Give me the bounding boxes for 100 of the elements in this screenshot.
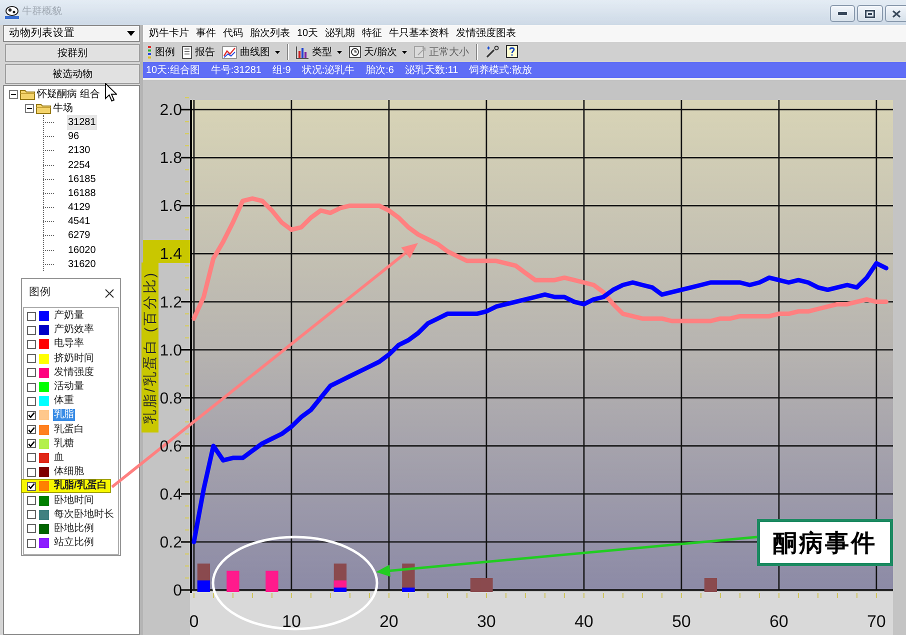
legend-item[interactable]: 血 (24, 450, 67, 466)
checkbox[interactable] (27, 326, 36, 335)
checkbox[interactable] (27, 439, 36, 448)
legend-item[interactable]: 活动量 (24, 380, 87, 394)
checkbox[interactable] (27, 396, 36, 406)
tree-item[interactable]: 31620 (67, 256, 97, 272)
checkbox[interactable] (27, 538, 36, 548)
x-tick-label: 40 (574, 612, 594, 631)
checkbox[interactable] (27, 410, 36, 420)
legend-item[interactable]: 产奶量 (24, 309, 87, 324)
tree-item[interactable]: 31281 (67, 114, 97, 130)
menu-item[interactable]: 代码 (223, 26, 243, 41)
caret-icon (275, 50, 280, 54)
tree-item[interactable]: 2130 (67, 143, 92, 158)
toolbar-button[interactable]: 报告 (180, 43, 217, 61)
callout: 酮病事件 (757, 519, 893, 566)
info-field: 胎次:6 (366, 62, 394, 78)
legend-item[interactable]: 发情强度 (24, 366, 97, 380)
close-icon[interactable] (105, 288, 114, 298)
legend-item[interactable]: 电导率 (24, 337, 87, 352)
checkbox[interactable] (27, 354, 36, 364)
checkbox[interactable] (27, 312, 36, 321)
checkbox[interactable] (27, 340, 36, 349)
legend-item[interactable]: 体细胞 (24, 465, 87, 480)
tree-item[interactable]: 6279 (67, 228, 92, 244)
highlight-marker (143, 240, 190, 263)
checkbox[interactable] (27, 510, 36, 520)
sidebar-button[interactable]: 被选动物 (5, 64, 140, 84)
checkbox[interactable] (27, 453, 36, 462)
maximize-icon (865, 10, 875, 18)
y-tick-label: 0.4 (160, 486, 182, 504)
line-chart-icon (222, 46, 237, 58)
checkmark-icon (28, 483, 35, 490)
checkbox[interactable] (27, 368, 36, 378)
checkbox[interactable] (27, 382, 36, 392)
tree-item[interactable]: 牛场 (52, 100, 74, 116)
info-field: 10天:组合图 (146, 62, 200, 78)
collapse-icon[interactable] (9, 90, 18, 99)
tree-item[interactable]: 4541 (67, 214, 92, 230)
checkbox[interactable] (27, 425, 36, 434)
info-field: 状况:泌乳牛 (302, 62, 355, 78)
sidebar-button[interactable]: 按群别 (5, 44, 140, 62)
toolbar-button[interactable]: 天/胎次 (347, 43, 409, 61)
y-tick-label: 1.8 (160, 150, 182, 168)
menu-item[interactable]: 特征 (362, 26, 382, 41)
legend-item[interactable]: 体重 (24, 394, 77, 408)
caret-icon (127, 31, 135, 36)
checkbox[interactable] (27, 524, 36, 534)
legend-item[interactable]: 乳脂/乳蛋白 (21, 479, 111, 494)
document-icon (414, 46, 426, 58)
checkbox[interactable] (27, 482, 36, 491)
tree-item[interactable]: 16188 (67, 186, 97, 201)
y-tick-label: 1.2 (160, 294, 182, 312)
checkmark-icon (28, 412, 35, 418)
legend-item[interactable]: 产奶效率 (24, 323, 97, 338)
legend-item[interactable]: 每次卧地时长 (24, 508, 117, 522)
menu-item[interactable]: 事件 (196, 26, 216, 41)
x-tick-label: 30 (476, 612, 496, 631)
menu-item[interactable]: 牛只基本资料 (389, 26, 450, 41)
dropdown[interactable]: 动物列表设置 (3, 25, 140, 42)
tree-item[interactable]: 16185 (67, 172, 97, 187)
collapse-icon[interactable] (25, 104, 34, 113)
close-button[interactable] (885, 5, 906, 22)
caret-icon (337, 50, 342, 54)
tree-item[interactable]: 2254 (67, 158, 92, 173)
minimize-button[interactable] (830, 5, 855, 22)
legend-item[interactable]: 挤奶时间 (24, 352, 97, 366)
legend-item[interactable]: 卧地时间 (24, 493, 97, 508)
tree-item[interactable]: 怀疑酮病 组合 (36, 86, 101, 102)
menu-item[interactable]: 泌乳期 (325, 26, 356, 41)
legend-item[interactable]: 乳糖 (24, 436, 77, 451)
folder-icon (36, 102, 51, 114)
info-field: 泌乳天数:11 (404, 62, 458, 78)
menu-item[interactable]: 奶牛卡片 (149, 26, 189, 41)
checkbox[interactable] (27, 496, 36, 506)
bar (226, 570, 240, 592)
maximize-button[interactable] (857, 5, 883, 22)
legend-item[interactable]: 站立比例 (24, 536, 97, 550)
tree-item[interactable]: 4129 (67, 200, 92, 216)
toolbar-button[interactable]: 曲线图 (220, 43, 282, 61)
tree-item[interactable]: 96 (67, 129, 80, 144)
help-icon (506, 45, 518, 59)
legend-item[interactable]: 乳蛋白 (24, 422, 87, 437)
menu-item[interactable]: 10天 (297, 26, 318, 41)
menu-item[interactable]: 发情强度图表 (456, 26, 516, 41)
legend-item[interactable]: 卧地比例 (24, 522, 97, 536)
x-tick-label: 70 (866, 612, 886, 631)
y-tick-label: 1.6 (160, 198, 182, 216)
caret-icon (402, 50, 407, 54)
menu-item[interactable]: 胎次列表 (250, 26, 290, 41)
x-tick-label: 0 (189, 612, 199, 631)
document-icon (182, 46, 192, 58)
x-tick-label: 60 (769, 612, 788, 631)
checkmark-icon (28, 426, 35, 433)
toolbar-button[interactable] (504, 43, 520, 61)
toolbar-button[interactable]: 类型 (294, 43, 344, 61)
toolbar-button[interactable]: 图例 (145, 43, 177, 61)
checkbox[interactable] (27, 468, 36, 477)
y-tick-label: 2.0 (160, 102, 182, 120)
tree-item[interactable]: 16020 (67, 242, 97, 258)
